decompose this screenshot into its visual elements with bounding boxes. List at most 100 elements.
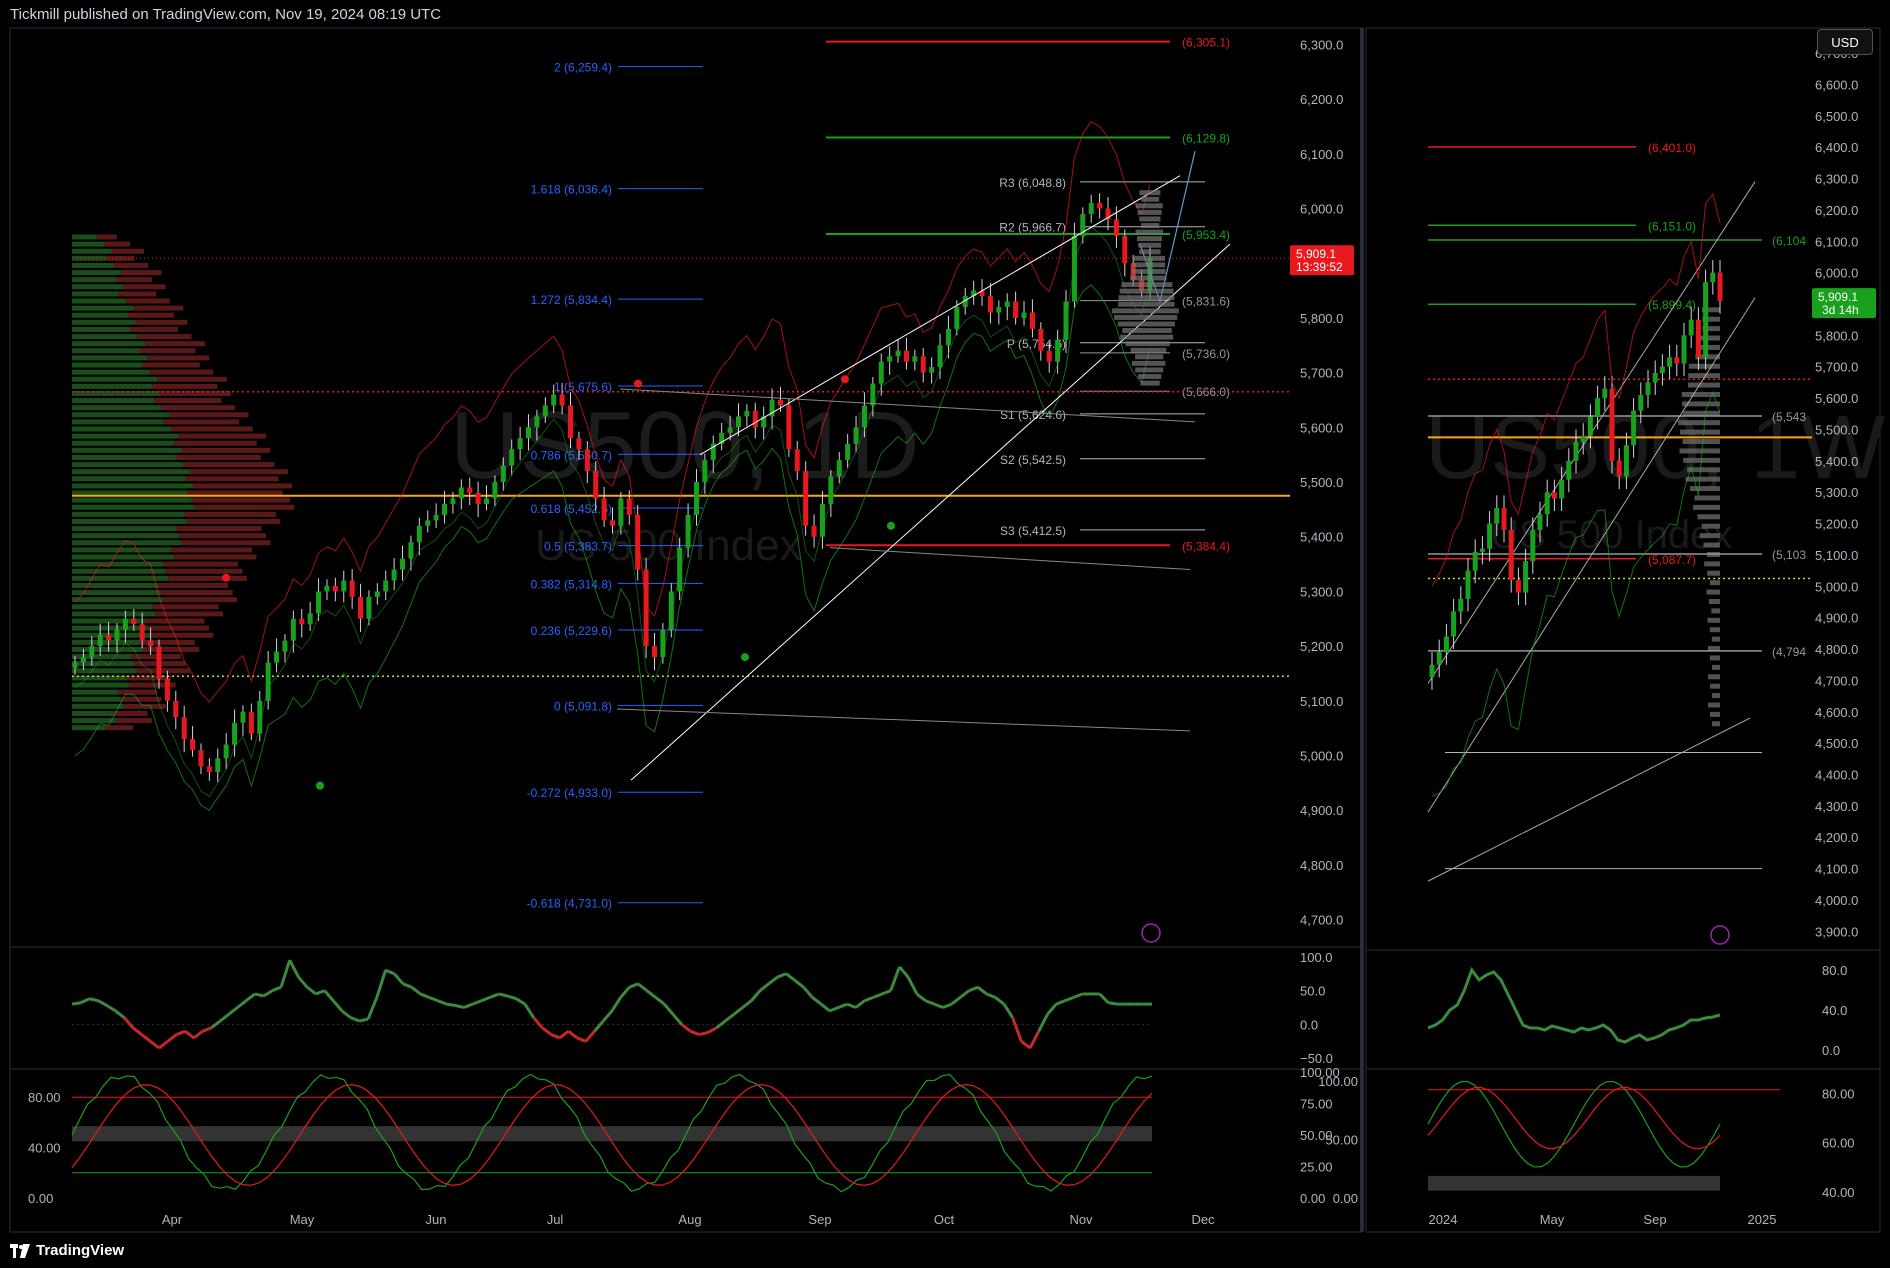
candle-body	[937, 345, 943, 368]
volume-profile-up-bar	[72, 419, 164, 425]
volume-profile-down-bar	[173, 440, 257, 446]
volume-profile-down-bar	[162, 597, 238, 603]
volume-profile-down-bar	[147, 625, 209, 631]
oscillator-segment	[820, 1002, 831, 1013]
volume-profile-down-bar	[118, 689, 157, 695]
candle-body	[912, 356, 918, 362]
volume-profile-down-bar	[130, 326, 178, 332]
session-volume-profile-bar	[1111, 308, 1179, 314]
weekly-price-axis-tick: 4,000.0	[1815, 893, 1858, 908]
weekly-volume-profile-bar	[1707, 617, 1720, 623]
weekly-candle-body	[1515, 580, 1521, 593]
horizontal-level-label: (6,129.8)	[1182, 132, 1230, 146]
weekly-last-price-value: 5,909.1	[1818, 290, 1858, 304]
candle-body	[248, 711, 254, 734]
candle-body	[358, 596, 364, 619]
oscillator-segment	[106, 1004, 117, 1013]
oscillator-segment	[385, 968, 395, 976]
oscillator-segment	[236, 999, 248, 1009]
weekly-price-axis-tick: 6,300.0	[1815, 172, 1858, 187]
weekly-price-axis-tick: 5,500.0	[1815, 422, 1858, 437]
volume-profile-up-bar	[72, 398, 155, 404]
volume-profile-up-bar	[72, 234, 97, 240]
weekly-stochastic-tick: 40.00	[1822, 1185, 1855, 1200]
oscillator-segment	[698, 1031, 709, 1037]
weekly-candle-body	[1602, 388, 1608, 399]
volume-profile-down-bar	[133, 305, 184, 311]
candle-body	[442, 503, 448, 515]
weekly-level-label: (5,543	[1772, 410, 1806, 424]
volume-profile-up-bar	[72, 248, 112, 254]
oscillator-segment	[227, 1006, 239, 1016]
candle-body	[744, 410, 750, 417]
time-axis-tick: Aug	[678, 1212, 701, 1227]
candle-body	[1038, 328, 1044, 351]
oscillator-segment	[454, 1004, 465, 1009]
oscillator-segment	[219, 1013, 230, 1023]
candle-body	[836, 460, 842, 477]
oscillator-segment	[619, 986, 631, 999]
time-axis-tick: Oct	[934, 1212, 955, 1227]
candle-body	[551, 394, 557, 406]
weekly-stochastic-tick: 60.00	[1822, 1136, 1855, 1151]
fib-level-label: 1.618 (6,036.4)	[531, 183, 612, 197]
volume-profile-up-bar	[72, 497, 192, 503]
pivot-label: R2 (5,966.7)	[999, 221, 1066, 235]
chart-canvas[interactable]: US500, 1DUS 500 Index6,300.06,200.06,100…	[0, 0, 1890, 1268]
candle-body	[240, 711, 246, 723]
volume-profile-up-bar	[72, 625, 148, 631]
volume-profile-up-bar	[72, 483, 194, 489]
oscillator-segment	[1011, 1017, 1023, 1042]
volume-profile-up-bar	[72, 597, 163, 603]
oscillator-segment	[245, 992, 256, 1002]
volume-profile-down-bar	[115, 718, 152, 724]
candle-body	[1071, 235, 1077, 302]
tradingview-logo-icon	[10, 1243, 30, 1258]
volume-profile-down-bar	[173, 554, 257, 560]
fib-level-label: -0.272 (4,933.0)	[527, 786, 612, 800]
oscillator-segment	[915, 992, 927, 1002]
weekly-candle-body	[1703, 282, 1709, 358]
volume-profile-down-bar	[181, 447, 271, 453]
oscillator-segment	[437, 999, 448, 1006]
weekly-lightning-icon	[1710, 925, 1730, 945]
session-volume-profile-bar	[1132, 255, 1166, 261]
oscillator-segment	[288, 959, 300, 978]
volume-profile-down-bar	[137, 334, 192, 340]
weekly-candle-body	[1523, 561, 1529, 593]
volume-profile-down-bar	[113, 262, 148, 268]
volume-profile-down-bar	[144, 618, 205, 624]
price-axis-tick: 5,600.0	[1300, 420, 1343, 435]
weekly-price-axis-tick: 5,800.0	[1815, 328, 1858, 343]
oscillator-segment	[671, 1013, 683, 1026]
volume-profile-up-bar	[72, 319, 136, 325]
candle-body	[467, 487, 473, 493]
footer-brand[interactable]: TradingView	[10, 1242, 124, 1259]
stochastic-axis-tick: 0.00	[1300, 1191, 1325, 1206]
price-axis-tick: 6,300.0	[1300, 37, 1343, 52]
horizontal-level-label: (5,953.4)	[1182, 228, 1230, 242]
session-volume-profile-bar	[1118, 301, 1175, 307]
weekly-time-axis-tick: May	[1540, 1212, 1565, 1227]
volume-profile-down-bar	[121, 696, 162, 702]
weekly-candle-body	[1566, 460, 1572, 480]
weekly-time-axis-tick: 2025	[1748, 1212, 1777, 1227]
candle-body	[887, 356, 893, 362]
weekly-candle-body	[1645, 382, 1651, 395]
candle-body	[517, 438, 523, 450]
weekly-volume-profile-bar	[1680, 429, 1720, 435]
oscillator-segment	[846, 1002, 857, 1009]
oscillator-axis-tick: 50.0	[1300, 984, 1325, 999]
currency-button[interactable]: USD	[1817, 29, 1873, 55]
volume-profile-down-bar	[183, 462, 275, 468]
volume-profile-up-bar	[72, 241, 105, 247]
volume-profile-up-bar	[72, 511, 185, 517]
signal-dot	[841, 375, 849, 384]
candle-body	[651, 646, 657, 658]
candle-body	[845, 443, 851, 461]
candle-body	[1097, 203, 1103, 209]
oscillator-segment	[558, 1029, 570, 1040]
weekly-candle-body	[1551, 492, 1557, 499]
candle-body	[819, 503, 825, 537]
candle-body	[861, 405, 867, 428]
